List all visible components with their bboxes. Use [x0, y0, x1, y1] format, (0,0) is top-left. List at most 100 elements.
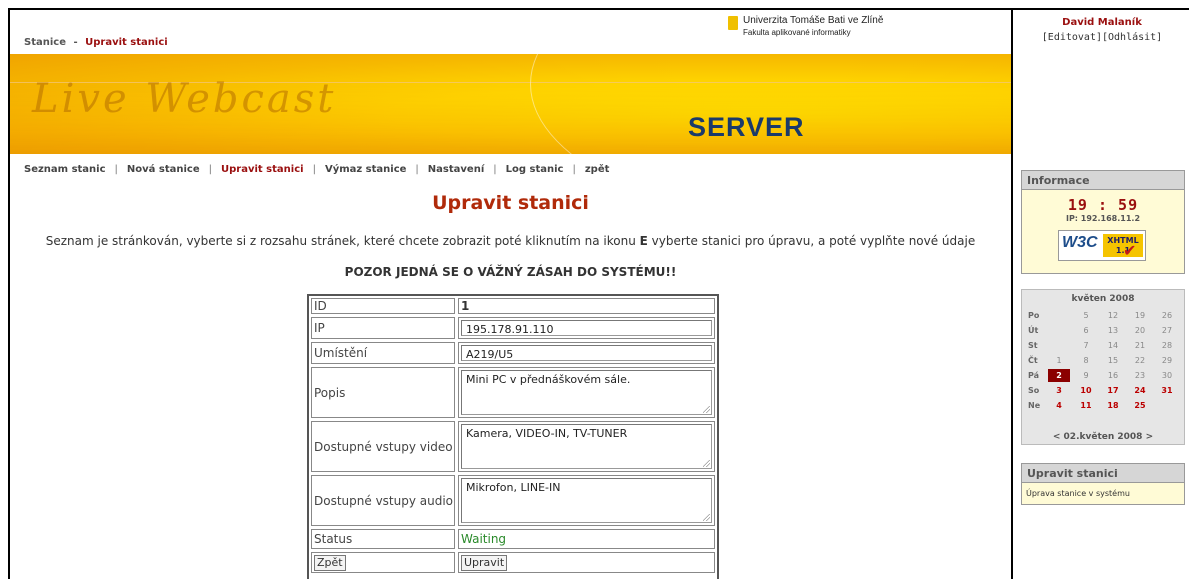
- calendar-date[interactable]: 23: [1129, 369, 1151, 382]
- ip-input[interactable]: 195.178.91.110: [461, 320, 712, 336]
- nav-separator: |: [208, 164, 213, 175]
- calendar-date[interactable]: 19: [1129, 309, 1151, 322]
- calendar-date[interactable]: 8: [1075, 354, 1097, 367]
- nav-log-stanic[interactable]: Log stanic: [506, 164, 564, 175]
- nav-vymaz-stanice[interactable]: Výmaz stanice: [325, 164, 406, 175]
- user-name: David Malaník: [1062, 17, 1142, 28]
- warning-text: POZOR JEDNÁ SE O VÁŽNÝ ZÁSAH DO SYSTÉMU!…: [344, 265, 677, 279]
- nav-zpet[interactable]: zpět: [585, 164, 610, 175]
- calendar-weekday: Pá: [1028, 371, 1040, 380]
- description-textarea-value: Mini PC v přednáškovém sále.: [466, 373, 631, 386]
- form-row-id: ID 1: [311, 298, 715, 314]
- main-nav: Seznam stanic | Nová stanice | Upravit stani…: [24, 164, 609, 175]
- calendar-date[interactable]: 3: [1048, 384, 1070, 397]
- breadcrumb-current[interactable]: Upravit stanici: [85, 37, 168, 48]
- calendar-date[interactable]: 14: [1102, 339, 1124, 352]
- info-box-header: Informace: [1021, 170, 1185, 190]
- clock: 19 : 59: [1067, 196, 1139, 214]
- calendar-date[interactable]: 6: [1075, 324, 1097, 337]
- calendar-date[interactable]: 7: [1075, 339, 1097, 352]
- w3c-xhtml-badge[interactable]: W3C XHTML 1.1 ✔: [1058, 230, 1146, 261]
- nav-separator: |: [572, 164, 576, 175]
- calendar-date[interactable]: 20: [1129, 324, 1151, 337]
- location-input[interactable]: A219/U5: [461, 345, 712, 361]
- breadcrumb-root[interactable]: Stanice: [24, 37, 66, 48]
- video-textarea-value: Kamera, VIDEO-IN, TV-TUNER: [466, 427, 628, 440]
- calendar-date[interactable]: 25: [1129, 399, 1151, 412]
- calendar-date[interactable]: 13: [1102, 324, 1124, 337]
- description-textarea[interactable]: Mini PC v přednáškovém sále.: [461, 370, 712, 415]
- audio-textarea-value: Mikrofon, LINE-IN: [466, 481, 561, 494]
- status-label: Status: [311, 529, 455, 549]
- calendar-date[interactable]: 21: [1129, 339, 1151, 352]
- calendar-date[interactable]: 12: [1102, 309, 1124, 322]
- nav-seznam-stanic[interactable]: Seznam stanic: [24, 164, 106, 175]
- calendar-date[interactable]: 11: [1075, 399, 1097, 412]
- calendar-row: So 3 10 17 24 31: [1022, 384, 1184, 397]
- submit-button[interactable]: Upravit: [461, 555, 508, 571]
- calendar-row: Út 6 13 20 27: [1022, 324, 1184, 337]
- banner-subtitle: SERVER: [688, 112, 805, 142]
- description-label: Popis: [311, 367, 455, 418]
- client-ip: IP: 192.168.11.2: [1065, 214, 1141, 223]
- calendar-date[interactable]: 24: [1129, 384, 1151, 397]
- calendar-date[interactable]: 10: [1075, 384, 1097, 397]
- submit-cell: Upravit: [458, 552, 715, 573]
- calendar-date[interactable]: 29: [1156, 354, 1178, 367]
- page-title: Upravit stanici: [432, 192, 589, 214]
- calendar-date[interactable]: 30: [1156, 369, 1178, 382]
- form-row-video: Dostupné vstupy video Kamera, VIDEO-IN, …: [311, 421, 715, 472]
- calendar-date[interactable]: 1: [1048, 354, 1070, 367]
- calendar-row: Po 5 12 19 26: [1022, 309, 1184, 322]
- user-links[interactable]: [Editovat][Odhlásit]: [1013, 32, 1191, 43]
- calendar-date[interactable]: 28: [1156, 339, 1178, 352]
- calendar-row: St 7 14 21 28: [1022, 339, 1184, 352]
- video-textarea[interactable]: Kamera, VIDEO-IN, TV-TUNER: [461, 424, 712, 469]
- calendar-weekday: Út: [1028, 326, 1039, 335]
- audio-textarea[interactable]: Mikrofon, LINE-IN: [461, 478, 712, 523]
- calendar-date[interactable]: 16: [1102, 369, 1124, 382]
- calendar-weekday: St: [1028, 341, 1038, 350]
- back-button[interactable]: Zpět: [314, 555, 346, 571]
- calendar-weekday: Čt: [1028, 356, 1038, 365]
- banner: Live Webcast SERVER: [10, 54, 1011, 154]
- calendar-date[interactable]: 4: [1048, 399, 1070, 412]
- calendar-date[interactable]: 5: [1075, 309, 1097, 322]
- edit-box: Úprava stanice v systému: [1021, 483, 1185, 505]
- top-bar: Stanice - Upravit stanici Univerzita Tom…: [10, 10, 1011, 54]
- description-key: E: [639, 234, 648, 248]
- calendar-date[interactable]: 18: [1102, 399, 1124, 412]
- calendar-date[interactable]: 26: [1156, 309, 1178, 322]
- nav-separator: |: [415, 164, 419, 175]
- calendar-date[interactable]: 27: [1156, 324, 1178, 337]
- location-cell: A219/U5: [458, 342, 715, 364]
- nav-nova-stanice[interactable]: Nová stanice: [127, 164, 200, 175]
- nav-nastaveni[interactable]: Nastavení: [428, 164, 484, 175]
- form-row-description: Popis Mini PC v přednáškovém sále.: [311, 367, 715, 418]
- resize-grip-icon[interactable]: [703, 514, 710, 521]
- university-logo-icon: [728, 16, 738, 30]
- calendar-title: květen 2008: [1071, 294, 1135, 304]
- form-row-buttons: Zpět Upravit: [311, 552, 715, 573]
- calendar-date[interactable]: 2: [1048, 369, 1070, 382]
- description-text: Seznam je stránkován, vyberte si z rozsa…: [45, 234, 636, 248]
- calendar-date: [1048, 309, 1070, 322]
- form-row-location: Umístění A219/U5: [311, 342, 715, 364]
- status-value: Waiting: [458, 529, 715, 549]
- calendar-date[interactable]: 15: [1102, 354, 1124, 367]
- calendar-date[interactable]: 17: [1102, 384, 1124, 397]
- edit-box-text: Úprava stanice v systému: [1026, 489, 1130, 498]
- calendar-date[interactable]: 9: [1075, 369, 1097, 382]
- calendar-date[interactable]: 22: [1129, 354, 1151, 367]
- university-name: Univerzita Tomáše Bati ve Zlíně: [743, 15, 884, 26]
- form-row-audio: Dostupné vstupy audio Mikrofon, LINE-IN: [311, 475, 715, 526]
- calendar-nav[interactable]: < 02.květen 2008 >: [1022, 432, 1184, 442]
- resize-grip-icon[interactable]: [703, 406, 710, 413]
- calendar-row: Pá 2 9 16 23 30: [1022, 369, 1184, 382]
- page-frame: Stanice - Upravit stanici Univerzita Tom…: [8, 8, 1189, 579]
- calendar-date[interactable]: 31: [1156, 384, 1178, 397]
- nav-upravit-stanici[interactable]: Upravit stanici: [221, 164, 304, 175]
- resize-grip-icon[interactable]: [703, 460, 710, 467]
- calendar-row: Čt 1 8 15 22 29: [1022, 354, 1184, 367]
- faculty-name: Fakulta aplikované informatiky: [743, 28, 851, 37]
